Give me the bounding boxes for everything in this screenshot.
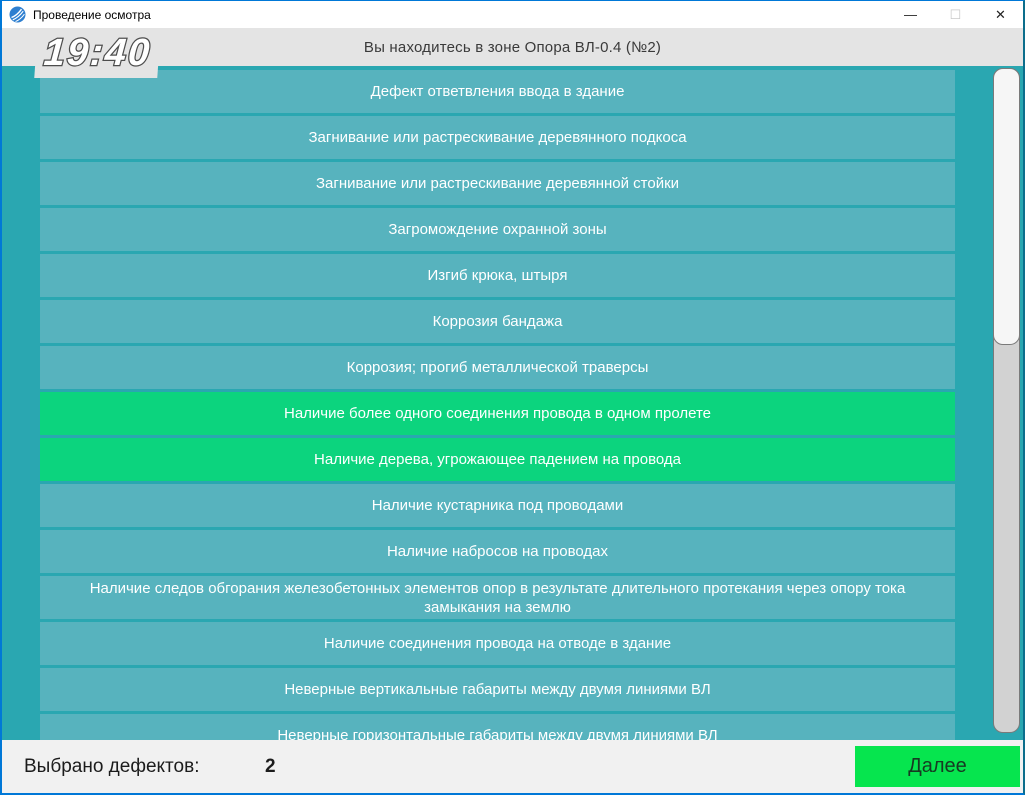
defect-item[interactable]: Неверные горизонтальные габариты между д…	[40, 714, 955, 740]
defect-item[interactable]: Неверные вертикальные габариты между дву…	[40, 668, 955, 711]
defect-item[interactable]: Коррозия бандажа	[40, 300, 955, 343]
defect-label: Коррозия; прогиб металлической траверсы	[347, 358, 649, 377]
defect-item[interactable]: Наличие соединения провода на отводе в з…	[40, 622, 955, 665]
defect-item[interactable]: Дефект ответвления ввода в здание	[40, 70, 955, 113]
defect-label: Дефект ответвления ввода в здание	[371, 82, 625, 101]
defect-item[interactable]: Наличие кустарника под проводами	[40, 484, 955, 527]
maximize-button[interactable]: ☐	[933, 1, 978, 28]
selected-defects-count: 2	[265, 756, 276, 778]
defect-label: Загнивание или растрескивание деревянной…	[316, 174, 679, 193]
defect-label: Наличие более одного соединения провода …	[284, 404, 711, 423]
defect-item[interactable]: Загромождение охранной зоны	[40, 208, 955, 251]
content-area: Дефект ответвления ввода в здание Загнив…	[2, 66, 1023, 740]
window-controls: — ☐ ✕	[888, 1, 1023, 28]
defect-label: Коррозия бандажа	[433, 312, 563, 331]
app-icon	[9, 6, 26, 23]
footer-bar: Выбрано дефектов: 2 Далее	[2, 740, 1023, 793]
defect-item[interactable]: Загнивание или растрескивание деревянной…	[40, 162, 955, 205]
defect-list: Дефект ответвления ввода в здание Загнив…	[40, 70, 955, 740]
defect-item[interactable]: Коррозия; прогиб металлической траверсы	[40, 346, 955, 389]
title-bar: Проведение осмотра — ☐ ✕	[2, 1, 1023, 28]
defect-item[interactable]: Наличие набросов на проводах	[40, 530, 955, 573]
selected-defects-label: Выбрано дефектов:	[24, 756, 200, 778]
close-button[interactable]: ✕	[978, 1, 1023, 28]
clock-display: 19:40	[34, 28, 161, 78]
defect-item[interactable]: Наличие дерева, угрожающее падением на п…	[40, 438, 955, 481]
defect-item[interactable]: Загнивание или растрескивание деревянног…	[40, 116, 955, 159]
scrollbar[interactable]	[993, 68, 1020, 733]
defect-label: Изгиб крюка, штыря	[428, 266, 568, 285]
window-title: Проведение осмотра	[33, 8, 888, 22]
defect-label: Наличие дерева, угрожающее падением на п…	[314, 450, 681, 469]
zone-banner: Вы находитесь в зоне Опора ВЛ-0.4 (№2)	[364, 39, 661, 56]
next-button[interactable]: Далее	[855, 746, 1020, 787]
defect-label: Загнивание или растрескивание деревянног…	[308, 128, 686, 147]
defect-item[interactable]: Наличие более одного соединения провода …	[40, 392, 955, 435]
defect-label: Загромождение охранной зоны	[388, 220, 606, 239]
defect-label: Наличие соединения провода на отводе в з…	[324, 634, 671, 653]
defect-item[interactable]: Наличие следов обгорания железобетонных …	[40, 576, 955, 619]
defect-label: Неверные вертикальные габариты между дву…	[284, 680, 710, 699]
app-window: Проведение осмотра — ☐ ✕ Вы находитесь в…	[0, 0, 1025, 795]
defect-label: Наличие следов обгорания железобетонных …	[50, 579, 945, 617]
defect-label: Наличие кустарника под проводами	[372, 496, 623, 515]
scrollbar-thumb[interactable]	[993, 68, 1020, 345]
minimize-button[interactable]: —	[888, 1, 933, 28]
defect-label: Наличие набросов на проводах	[387, 542, 608, 561]
defect-label: Неверные горизонтальные габариты между д…	[277, 726, 717, 740]
defect-item[interactable]: Изгиб крюка, штыря	[40, 254, 955, 297]
